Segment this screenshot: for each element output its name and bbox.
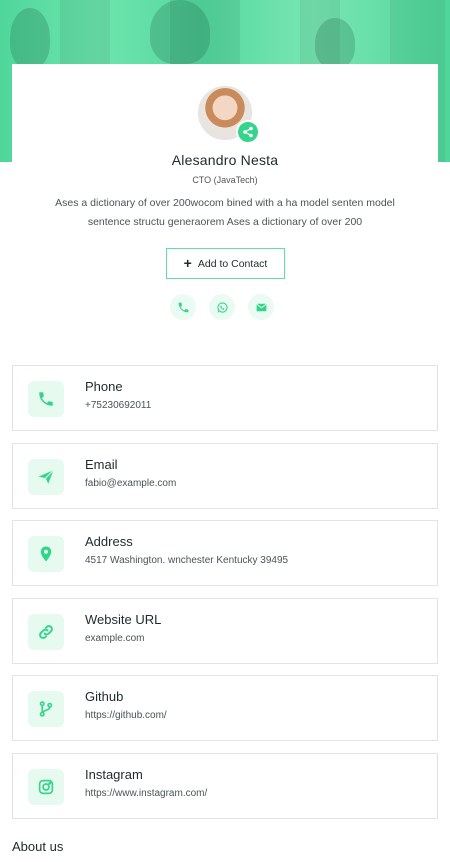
contact-value: example.com: [85, 633, 145, 644]
add-to-contact-button[interactable]: + Add to Contact: [166, 248, 285, 279]
contact-label: Address: [85, 534, 133, 549]
link-icon: [28, 614, 64, 650]
profile-bio: Ases a dictionary of over 200wocom bined…: [55, 197, 395, 228]
contact-item-email[interactable]: Email fabio@example.com: [12, 443, 438, 509]
paper-plane-icon: [28, 459, 64, 495]
quick-actions: [170, 294, 274, 320]
profile-name: Alesandro Nesta: [171, 152, 279, 168]
profile-role: CTO (JavaTech): [192, 175, 258, 185]
contact-value: https://github.com/: [85, 710, 167, 721]
contact-item-address[interactable]: Address 4517 Washington. wnchester Kentu…: [12, 520, 438, 586]
contact-item-github[interactable]: Github https://github.com/: [12, 675, 438, 741]
contact-label: Github: [85, 689, 124, 704]
git-branch-icon: [28, 691, 64, 727]
location-pin-icon: [28, 536, 64, 572]
phone-icon[interactable]: [170, 294, 196, 320]
about-heading: About us: [12, 839, 64, 854]
contact-value: 4517 Washington. wnchester Kentucky 3949…: [85, 555, 289, 566]
contact-item-phone[interactable]: Phone +75230692011: [12, 365, 438, 431]
contact-item-website[interactable]: Website URL example.com: [12, 598, 438, 664]
contact-label: Instagram: [85, 767, 143, 782]
contact-value: https://www.instagram.com/: [85, 788, 208, 799]
avatar-container: [198, 86, 260, 144]
plus-icon: +: [183, 255, 192, 271]
contact-value: fabio@example.com: [85, 478, 177, 489]
instagram-icon: [28, 769, 64, 805]
contact-value: +75230692011: [85, 400, 152, 411]
contact-label: Email: [85, 457, 118, 472]
profile-card: Alesandro Nesta CTO (JavaTech) Ases a di…: [12, 64, 438, 342]
whatsapp-icon[interactable]: [209, 294, 235, 320]
contact-label: Website URL: [85, 612, 162, 627]
share-icon[interactable]: [236, 120, 260, 144]
phone-icon: [28, 381, 64, 417]
email-icon[interactable]: [248, 294, 274, 320]
contact-item-instagram[interactable]: Instagram https://www.instagram.com/: [12, 753, 438, 819]
add-to-contact-label: Add to Contact: [197, 257, 268, 270]
contact-label: Phone: [85, 379, 123, 394]
